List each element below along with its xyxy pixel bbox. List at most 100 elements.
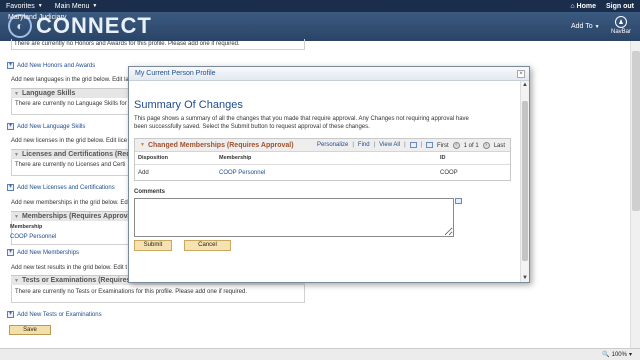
find-link[interactable]: Find [358, 142, 370, 148]
add-honors-link[interactable]: + Add New Honors and Awards [7, 62, 95, 69]
view-all-link[interactable]: View All [379, 142, 400, 148]
page-scrollbar[interactable] [630, 41, 640, 348]
home-label: Home [576, 2, 596, 10]
add-license-link[interactable]: + Add New Licenses and Certifications [7, 184, 115, 191]
column-disposition: Disposition [138, 155, 168, 161]
chevron-down-icon: ▼ [37, 3, 43, 9]
modal-title-bar: My Current Person Profile × [129, 67, 529, 81]
logo-subtitle: Maryland Judiciary [8, 14, 67, 21]
comments-textarea[interactable] [134, 198, 454, 237]
spell-check-icon[interactable] [455, 198, 462, 204]
grid-column-headers: Disposition Membership ID [135, 152, 510, 165]
add-test-link[interactable]: + Add New Tests or Examinations [7, 311, 102, 318]
add-icon: + [7, 249, 14, 256]
modal-title: My Current Person Profile [135, 70, 216, 77]
summary-description: This page shows a summary of all the cha… [134, 116, 469, 130]
add-license-label: Add New Licenses and Certifications [17, 184, 115, 191]
add-membership-label: Add New Memberships [17, 249, 80, 256]
collapse-triangle-icon: ▼ [14, 213, 19, 220]
tests-title: Tests or Examinations (Requires [21, 277, 131, 284]
sign-out-link[interactable]: Sign out [606, 3, 634, 10]
home-link[interactable]: ⌂ Home [570, 3, 596, 10]
add-icon: + [7, 311, 14, 318]
modal-scrollbar-thumb[interactable] [522, 101, 528, 261]
separator: | [352, 142, 354, 148]
table-row: Add COOP Personnel COOP [135, 165, 510, 180]
scroll-down-icon[interactable]: ▼ [522, 275, 528, 281]
page-range: 1 of 1 [463, 142, 479, 149]
page-scrollbar-thumb[interactable] [632, 51, 640, 211]
grid-title: Changed Memberships (Requires Approval) [147, 141, 294, 149]
navbar-label: NavBar [610, 29, 631, 35]
browser-status-bar: 🔍 100% ▾ [0, 348, 640, 360]
add-to-menu[interactable]: Add To ▼ [571, 23, 600, 30]
collapse-triangle-icon: ▼ [14, 151, 19, 158]
scroll-up-icon[interactable]: ▲ [522, 82, 528, 88]
row-id: COOP [440, 169, 458, 176]
language-skills-empty-message: There are currently no Language Skills f… [15, 101, 127, 107]
first-link[interactable]: First [437, 143, 449, 149]
zoom-grid-icon[interactable] [409, 142, 417, 148]
separator: | [404, 142, 406, 148]
collapse-triangle-icon: ▼ [14, 277, 19, 284]
zoom-level: 100% [611, 351, 627, 358]
save-button[interactable]: Save [9, 325, 51, 335]
add-icon: + [7, 62, 14, 69]
tests-grid-message: Add new test results in the grid below. … [11, 265, 128, 271]
separator: | [420, 142, 423, 148]
add-icon: + [7, 123, 14, 130]
submit-button[interactable]: Submit [134, 240, 172, 251]
next-icon[interactable]: › [482, 142, 490, 149]
licenses-empty-message: There are currently no Licenses and Cert… [15, 162, 126, 168]
zoom-icon: 🔍 [602, 352, 610, 358]
add-to-label: Add To [571, 23, 593, 30]
add-language-link[interactable]: + Add New Language Skills [7, 123, 85, 130]
tests-empty-message: There are currently no Tests or Examinat… [15, 289, 248, 295]
row-membership-link[interactable]: COOP Personnel [219, 170, 440, 176]
column-id: ID [440, 155, 446, 161]
add-test-label: Add New Tests or Examinations [17, 311, 102, 318]
add-icon: + [7, 184, 14, 191]
column-membership: Membership [219, 155, 252, 161]
grid-pagination: First ‹ 1 of 1 › Last [437, 142, 505, 149]
add-language-label: Add New Language Skills [17, 123, 86, 130]
close-icon[interactable]: × [517, 70, 525, 78]
top-menu-bar: Favorites ▼ Main Menu ▼ ⌂ Home Sign out [0, 0, 640, 12]
compass-icon [615, 16, 627, 28]
header-banner: ◐ CONNECT Maryland Judiciary Add To ▼ Nav… [0, 12, 640, 41]
download-icon[interactable] [426, 142, 434, 148]
last-link[interactable]: Last [494, 143, 505, 149]
collapse-triangle-icon: ▼ [14, 90, 19, 97]
person-profile-modal: My Current Person Profile × Summary Of C… [128, 66, 530, 283]
zoom-control[interactable]: 🔍 100% ▾ [602, 351, 632, 359]
memberships-title: Memberships (Requires Approva [21, 213, 132, 220]
modal-body: Summary Of Changes This page shows a sum… [129, 81, 521, 282]
summary-heading: Summary Of Changes [134, 99, 243, 111]
personalize-link[interactable]: Personalize [317, 142, 348, 148]
navbar-button[interactable]: NavBar [606, 16, 636, 35]
grid-tools: Personalize | Find | View All | | [317, 142, 434, 148]
comments-label: Comments [134, 189, 166, 195]
home-icon: ⌂ [570, 2, 575, 10]
membership-row-value[interactable]: COOP Personnel [10, 234, 56, 240]
licenses-title: Licenses and Certifications (Requ [21, 151, 135, 158]
licenses-grid-message: Add new licenses in the grid below. Edit… [11, 138, 128, 144]
previous-icon[interactable]: ‹ [452, 142, 460, 149]
memberships-grid-message: Add new memberships in the grid below. E… [11, 200, 130, 206]
collapse-triangle-icon[interactable]: ▼ [140, 142, 145, 148]
separator: | [373, 142, 376, 148]
changed-memberships-grid: ▼ Changed Memberships (Requires Approval… [134, 138, 511, 181]
favorites-menu[interactable]: Favorites ▼ [0, 3, 49, 10]
main-menu-label: Main Menu [54, 2, 90, 10]
membership-column-header: Membership [10, 224, 43, 230]
main-menu[interactable]: Main Menu ▼ [49, 3, 104, 10]
chevron-down-icon: ▾ [628, 352, 632, 358]
languages-grid-message: Add new languages in the grid below. Edi… [11, 77, 133, 83]
language-skills-title: Language Skills [21, 90, 76, 97]
modal-scrollbar[interactable]: ▲ ▼ [520, 81, 529, 282]
row-disposition: Add [138, 169, 149, 176]
honors-panel [11, 39, 305, 50]
add-membership-link[interactable]: + Add New Memberships [7, 249, 79, 256]
cancel-button[interactable]: Cancel [184, 240, 231, 251]
chevron-down-icon: ▼ [92, 3, 98, 9]
